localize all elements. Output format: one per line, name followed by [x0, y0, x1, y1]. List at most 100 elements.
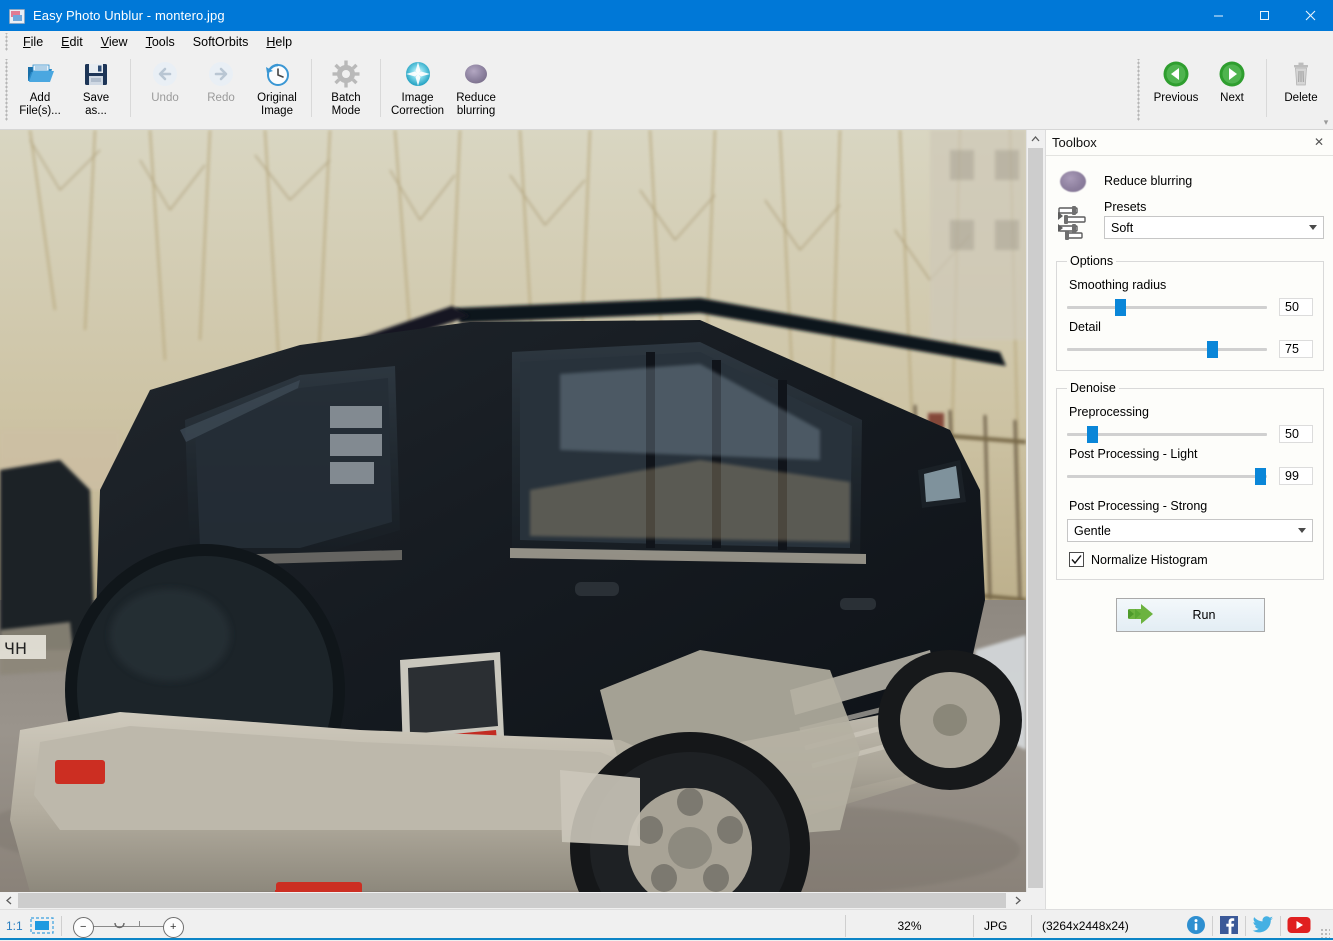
menu-item-help[interactable]: Help [257, 33, 301, 51]
image-canvas[interactable]: ЧН [0, 130, 1026, 892]
sparkle-sphere-icon [403, 59, 433, 89]
reduce-blurring-button[interactable]: Reduce blurring [448, 53, 504, 118]
menu-item-view[interactable]: View [92, 33, 137, 51]
save-as-button[interactable]: Save as... [68, 53, 124, 118]
menu-item-edit[interactable]: Edit [52, 33, 92, 51]
post-processing-light-row: 99 [1067, 467, 1313, 485]
add-files-button[interactable]: Add File(s)... [12, 53, 68, 118]
smoothing-radius-row: 50 [1067, 298, 1313, 316]
menu-item-softorbits[interactable]: SoftOrbits [184, 33, 258, 51]
smoothing-radius-slider[interactable] [1067, 298, 1267, 316]
original-image-button[interactable]: Original Image [249, 53, 305, 118]
toolbox-close-icon[interactable]: ✕ [1311, 134, 1327, 150]
gear-icon [331, 59, 361, 89]
options-legend: Options [1067, 254, 1116, 268]
original-image-label: Original Image [257, 92, 297, 118]
detail-thumb[interactable] [1207, 341, 1218, 358]
presets-value: Soft [1105, 221, 1133, 235]
preprocessing-label: Preprocessing [1069, 405, 1313, 419]
normalize-histogram-checkbox[interactable] [1069, 552, 1084, 567]
title-bar: Easy Photo Unblur - montero.jpg [0, 0, 1333, 31]
redo-button[interactable]: Redo [193, 53, 249, 105]
preprocessing-slider[interactable] [1067, 425, 1267, 443]
undo-label: Undo [151, 92, 179, 105]
mode-name: Reduce blurring [1104, 174, 1192, 188]
fit-to-window-icon[interactable] [30, 917, 54, 934]
menu-bar: File Edit View Tools SoftOrbits Help [0, 31, 1333, 53]
toolbox-panel: Toolbox ✕ Reduce blurring [1045, 130, 1333, 909]
twitter-icon[interactable] [1252, 915, 1274, 938]
detail-slider[interactable] [1067, 340, 1267, 358]
previous-label: Previous [1154, 92, 1199, 105]
zoom-in-button[interactable]: + [163, 917, 184, 938]
toolbar-overflow-icon[interactable]: ▾ [1321, 117, 1331, 127]
horizontal-scroll-thumb[interactable] [18, 893, 1006, 908]
save-as-label: Save as... [83, 92, 109, 118]
vertical-scrollbar[interactable] [1026, 130, 1044, 908]
menu-label-file: ile [31, 35, 44, 49]
smoothing-radius-value[interactable]: 50 [1279, 298, 1313, 316]
menu-grip-icon[interactable] [3, 33, 12, 51]
post-processing-strong-dropdown[interactable]: Gentle [1067, 519, 1313, 542]
close-button[interactable] [1287, 0, 1333, 31]
post-processing-light-thumb[interactable] [1255, 468, 1266, 485]
image-dimensions-field: (3264x2448x24) [1031, 915, 1186, 937]
toolbox-body: Reduce blurring [1046, 156, 1333, 632]
minimize-button[interactable] [1195, 0, 1241, 31]
preprocessing-value[interactable]: 50 [1279, 425, 1313, 443]
resize-grip-icon[interactable] [1320, 928, 1330, 938]
maximize-button[interactable] [1241, 0, 1287, 31]
sliders-settings-icon [1056, 204, 1088, 244]
zoom-slider-thumb[interactable] [114, 921, 125, 932]
status-separator [61, 916, 62, 936]
image-correction-button[interactable]: Image Correction [387, 53, 448, 118]
smoothing-radius-thumb[interactable] [1115, 299, 1126, 316]
open-folder-icon [25, 59, 55, 89]
scroll-right-icon[interactable] [1009, 892, 1026, 909]
toolbar-separator [1266, 59, 1267, 117]
delete-button[interactable]: Delete [1273, 53, 1329, 105]
zoom-slider[interactable]: − + [71, 915, 186, 937]
run-button[interactable]: Run [1116, 598, 1265, 632]
batch-mode-button[interactable]: Batch Mode [318, 53, 374, 118]
previous-button[interactable]: Previous [1148, 53, 1204, 105]
post-processing-strong-value: Gentle [1068, 524, 1111, 538]
normalize-histogram-label: Normalize Histogram [1091, 553, 1208, 567]
horizontal-scrollbar[interactable] [0, 892, 1026, 909]
denoise-legend: Denoise [1067, 381, 1119, 395]
presets-dropdown[interactable]: Soft [1104, 216, 1324, 239]
toolbox-title: Toolbox [1052, 135, 1097, 150]
zoom-ratio-label[interactable]: 1:1 [6, 919, 23, 933]
detail-value[interactable]: 75 [1279, 340, 1313, 358]
post-processing-light-label: Post Processing - Light [1069, 447, 1313, 461]
toolbar-separator [130, 59, 131, 117]
toolbar-grip-icon[interactable] [3, 59, 12, 121]
vertical-scroll-thumb[interactable] [1028, 148, 1043, 888]
presets-label: Presets [1104, 200, 1324, 214]
menu-item-tools[interactable]: Tools [137, 33, 184, 51]
info-icon[interactable] [1186, 915, 1206, 938]
post-processing-light-value[interactable]: 99 [1279, 467, 1313, 485]
status-social-links [1186, 915, 1311, 937]
scroll-up-icon[interactable] [1027, 130, 1044, 147]
window-title: Easy Photo Unblur - montero.jpg [33, 8, 225, 23]
denoise-group: Denoise Preprocessing 50 Post Processing… [1056, 381, 1324, 580]
zoom-out-button[interactable]: − [73, 917, 94, 938]
toolbar-separator [380, 59, 381, 117]
menu-item-file[interactable]: File [14, 33, 52, 51]
normalize-histogram-row[interactable]: Normalize Histogram [1069, 552, 1313, 567]
right-toolbar-grip-icon[interactable] [1135, 59, 1144, 121]
blur-blob-icon [1056, 169, 1088, 193]
preprocessing-thumb[interactable] [1087, 426, 1098, 443]
post-processing-light-slider[interactable] [1067, 467, 1267, 485]
next-button[interactable]: Next [1204, 53, 1260, 105]
scroll-left-icon[interactable] [0, 892, 17, 909]
blur-blob-icon [461, 59, 491, 89]
facebook-icon[interactable] [1219, 915, 1239, 938]
green-right-arrow-icon [1217, 59, 1247, 89]
floppy-disk-icon [81, 59, 111, 89]
youtube-icon[interactable] [1287, 916, 1311, 937]
green-left-arrow-icon [1161, 59, 1191, 89]
undo-button[interactable]: Undo [137, 53, 193, 105]
preprocessing-row: 50 [1067, 425, 1313, 443]
